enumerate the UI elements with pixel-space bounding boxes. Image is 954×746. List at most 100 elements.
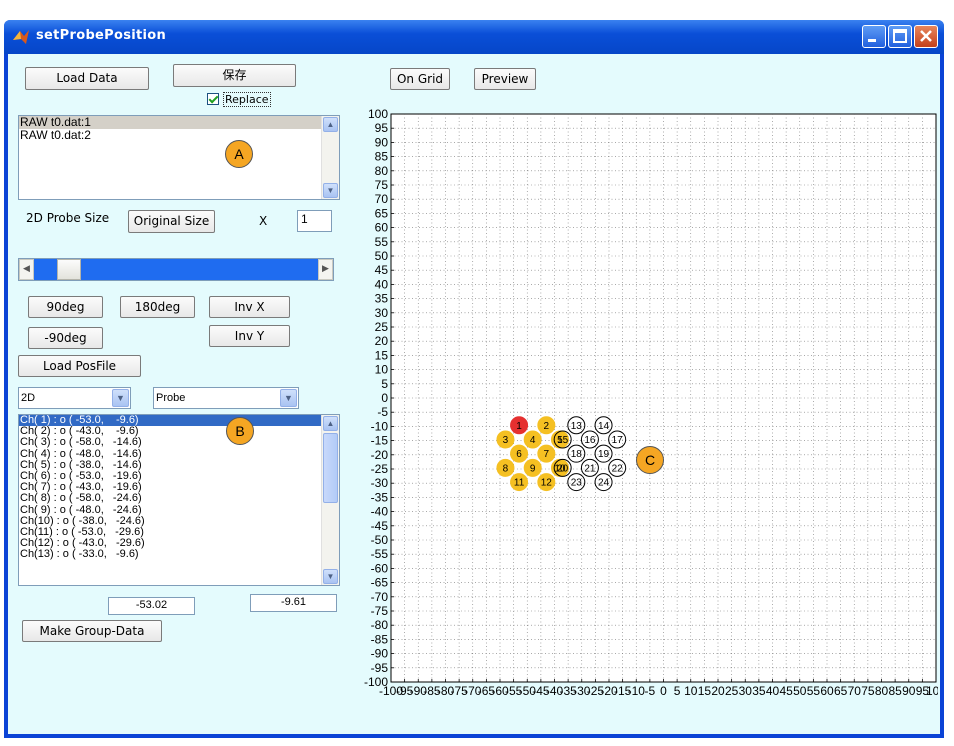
y-tick-label: -60: [371, 561, 389, 575]
scroll-up-icon[interactable]: ▲: [323, 416, 338, 431]
y-tick-label: 20: [375, 334, 389, 348]
load-data-button[interactable]: Load Data: [25, 67, 149, 90]
x-tick-label: 0: [660, 684, 667, 698]
probe-label: 11: [514, 478, 525, 489]
x-tick-label: 70: [848, 684, 862, 698]
scroll-up-icon[interactable]: ▲: [323, 117, 338, 132]
probe-marker[interactable]: 12: [537, 473, 556, 492]
chevron-down-icon[interactable]: ▼: [112, 389, 129, 407]
slider-left-icon[interactable]: ◀: [19, 259, 34, 280]
y-tick-label: 100: [368, 107, 388, 121]
list-item[interactable]: Ch(13) : o ( -33.0, -9.6): [19, 549, 339, 560]
x-tick-label: 30: [739, 684, 753, 698]
x-tick-label: 10: [684, 684, 698, 698]
probe-label: 21: [584, 463, 596, 474]
window-title: setProbePosition: [36, 28, 167, 43]
slider-right-icon[interactable]: ▶: [318, 259, 333, 280]
y-tick-label: 25: [375, 320, 389, 334]
y-tick-label: -55: [371, 547, 389, 561]
original-size-button[interactable]: Original Size: [128, 210, 215, 233]
y-tick-label: -45: [371, 519, 389, 533]
probe-marker[interactable]: 6: [510, 444, 529, 463]
rotate-neg90-button[interactable]: -90deg: [28, 327, 103, 349]
x-tick-label: 35: [752, 684, 766, 698]
y-tick-label: 40: [375, 277, 389, 291]
probe-marker[interactable]: 3: [496, 430, 515, 449]
y-tick-label: -90: [371, 647, 389, 661]
x-tick-label: -10: [628, 684, 646, 698]
probe-size-x-field[interactable]: 1: [297, 210, 332, 232]
type-dropdown[interactable]: Probe ▼: [153, 387, 299, 409]
x-tick-label: 55: [807, 684, 821, 698]
y-coordinate-field[interactable]: -9.61: [250, 594, 337, 612]
y-tick-label: -35: [371, 490, 389, 504]
probe-label: 1: [516, 421, 522, 432]
y-tick-label: 35: [375, 292, 389, 306]
x-coordinate-field[interactable]: -53.02: [108, 597, 195, 615]
probe-size-slider[interactable]: ◀ ▶: [18, 258, 334, 281]
client-area: Load Data 保存 Replace RAW t0.dat:1 RAW t0…: [8, 54, 940, 734]
channel-list-scrollbar[interactable]: ▲ ▼: [321, 415, 339, 585]
data-file-list[interactable]: RAW t0.dat:1 RAW t0.dat:2 ▲ ▼: [18, 115, 340, 200]
channel-list[interactable]: Ch( 1) : o ( -53.0, -9.6) Ch( 2) : o ( -4…: [18, 414, 340, 586]
channel-rows: Ch( 1) : o ( -53.0, -9.6) Ch( 2) : o ( -4…: [19, 415, 339, 560]
y-tick-label: 60: [375, 221, 389, 235]
rotate-180-button[interactable]: 180deg: [120, 296, 195, 318]
probe-label: 12: [541, 478, 553, 489]
x-tick-label: 75: [861, 684, 875, 698]
rotate-90-button[interactable]: 90deg: [28, 296, 103, 318]
y-tick-label: -70: [371, 590, 389, 604]
minimize-button[interactable]: [862, 25, 886, 48]
load-posfile-button[interactable]: Load PosFile: [18, 355, 141, 377]
y-tick-label: -20: [371, 448, 389, 462]
probe-marker[interactable]: 1: [510, 416, 529, 435]
callout-c: C: [636, 446, 664, 474]
replace-checkbox-label: Replace: [223, 91, 271, 107]
probe-marker[interactable]: 9: [523, 458, 542, 477]
invert-x-button[interactable]: Inv X: [209, 296, 290, 318]
make-group-data-button[interactable]: Make Group-Data: [22, 620, 162, 642]
maximize-button[interactable]: [888, 25, 912, 48]
x-tick-label: 5: [674, 684, 681, 698]
probe-marker[interactable]: 2: [537, 416, 556, 435]
replace-checkbox-box[interactable]: [207, 93, 219, 105]
y-tick-label: 5: [381, 377, 388, 391]
dimension-dropdown[interactable]: 2D ▼: [18, 387, 131, 409]
save-button[interactable]: 保存: [173, 64, 296, 87]
list-item[interactable]: Ch( 3) : o ( -58.0, -14.6): [19, 437, 339, 448]
x-tick-label: 60: [820, 684, 834, 698]
scroll-down-icon[interactable]: ▼: [323, 183, 338, 198]
invert-y-button[interactable]: Inv Y: [209, 325, 290, 347]
probe-label: 15: [557, 435, 569, 446]
replace-checkbox[interactable]: Replace: [207, 91, 271, 107]
probe-marker[interactable]: 8: [496, 458, 515, 477]
slider-thumb[interactable]: [57, 259, 81, 280]
close-button[interactable]: [914, 25, 938, 48]
y-tick-label: -85: [371, 632, 389, 646]
preview-button[interactable]: Preview: [474, 68, 536, 90]
list-item[interactable]: RAW t0.dat:2: [19, 129, 339, 142]
y-tick-label: -75: [371, 604, 389, 618]
probe-marker[interactable]: 11: [510, 473, 529, 492]
y-tick-label: -65: [371, 576, 389, 590]
list-item[interactable]: Ch( 9) : o ( -48.0, -24.6): [19, 504, 339, 516]
scroll-down-icon[interactable]: ▼: [323, 569, 338, 584]
chevron-down-icon[interactable]: ▼: [280, 389, 297, 407]
probe-position-plot[interactable]: 1009590858075706560555045403530252015105…: [343, 102, 938, 702]
probe-label: 23: [571, 478, 583, 489]
title-bar[interactable]: setProbePosition: [4, 20, 944, 54]
on-grid-button[interactable]: On Grid: [390, 68, 450, 90]
scroll-thumb[interactable]: [323, 433, 338, 503]
probe-marker[interactable]: 7: [537, 444, 556, 463]
list-item[interactable]: Ch( 8) : o ( -58.0, -24.6): [19, 493, 339, 504]
x-tick-label: 25: [725, 684, 739, 698]
maximize-icon: [893, 29, 907, 43]
probe-label: 13: [571, 421, 583, 432]
probe-label: 22: [612, 463, 624, 474]
data-list-scrollbar[interactable]: ▲ ▼: [321, 116, 339, 199]
probe-marker[interactable]: 4: [523, 430, 542, 449]
y-tick-label: -25: [371, 462, 389, 476]
y-tick-label: -30: [371, 476, 389, 490]
y-tick-label: -50: [371, 533, 389, 547]
x-tick-label: 90: [902, 684, 916, 698]
